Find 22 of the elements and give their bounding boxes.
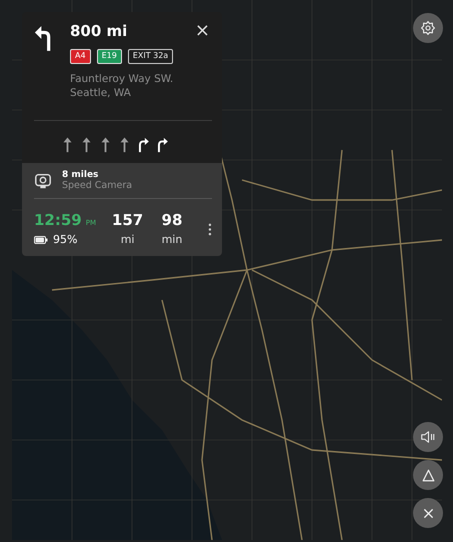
distance-unit: mi bbox=[120, 233, 134, 246]
triangle-icon bbox=[422, 468, 434, 482]
speed-camera-icon bbox=[34, 172, 52, 190]
time-unit: min bbox=[162, 233, 182, 246]
maneuver-distance: 800 mi bbox=[70, 22, 128, 40]
speaker-icon bbox=[420, 431, 436, 443]
road-sign: E19 bbox=[96, 49, 122, 64]
battery-percent: 95% bbox=[53, 233, 78, 246]
remaining-time: 98 bbox=[162, 211, 182, 230]
settings-icon bbox=[420, 20, 436, 36]
road-sign: EXIT 32a bbox=[128, 49, 174, 64]
alert-distance: 8 miles bbox=[62, 170, 100, 180]
alert-label: Speed Camera bbox=[62, 180, 132, 192]
arrival-time: 12:59 bbox=[34, 211, 82, 230]
street-address: Fauntleroy Way SW. bbox=[70, 72, 174, 86]
battery-icon bbox=[34, 236, 48, 244]
road-sign: A4 bbox=[70, 49, 91, 64]
close-button[interactable]: × bbox=[192, 22, 212, 40]
more-options-icon[interactable] bbox=[208, 223, 212, 236]
close-icon bbox=[422, 508, 434, 518]
street-address: Seattle, WA bbox=[70, 86, 132, 100]
remaining-distance: 157 bbox=[112, 211, 144, 230]
